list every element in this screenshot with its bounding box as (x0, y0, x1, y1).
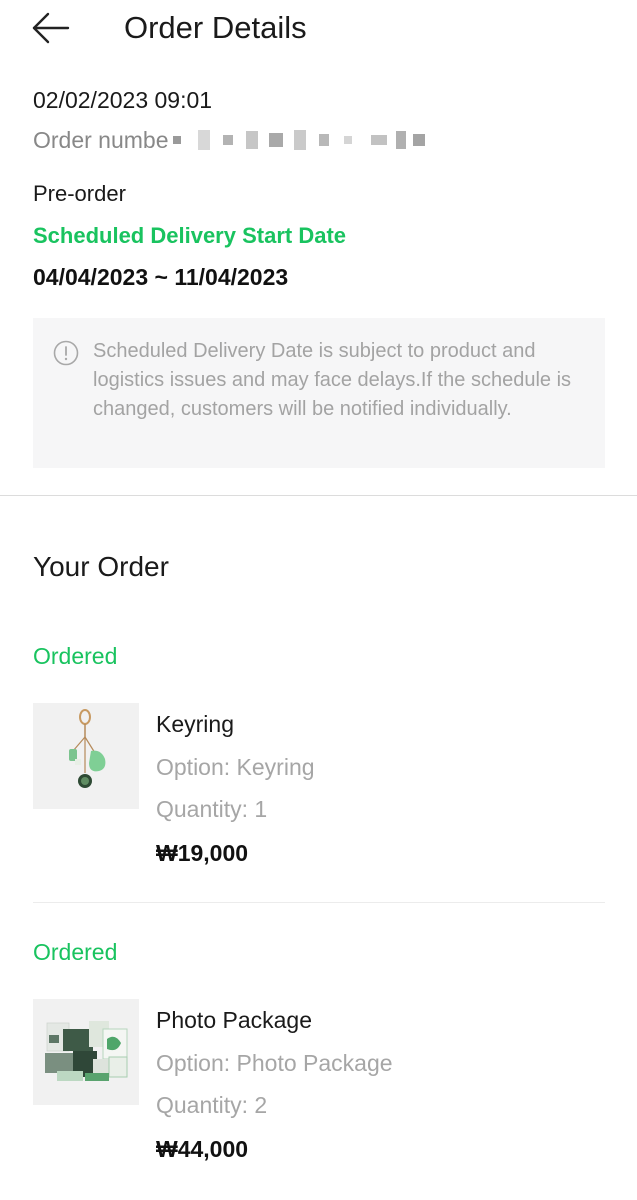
order-number-row: Order numbe (33, 124, 605, 156)
order-meta: 02/02/2023 09:01 Order numbe (33, 84, 605, 156)
keyring-image (33, 703, 139, 809)
item-status: Ordered (33, 643, 118, 669)
arrow-left-icon (32, 12, 70, 44)
delivery-notice-box: Scheduled Delivery Date is subject to pr… (33, 318, 605, 468)
product-thumbnail[interactable] (33, 703, 139, 809)
section-divider (0, 495, 637, 496)
app-header: Order Details (0, 0, 637, 64)
order-number-label: Order numbe (33, 127, 169, 153)
order-type-label: Pre-order (33, 181, 126, 206)
order-date: 02/02/2023 09:01 (33, 87, 213, 113)
delivery-date-range: 04/04/2023 ~ 11/04/2023 (33, 264, 289, 290)
product-thumbnail[interactable] (33, 999, 139, 1105)
item-divider (33, 902, 605, 903)
page-title: Order Details (124, 10, 307, 45)
order-number-redacted (172, 128, 425, 152)
item-price: ₩19,000 (156, 840, 249, 866)
your-order-title: Your Order (33, 551, 169, 582)
photo-package-image (33, 999, 139, 1105)
item-option: Option: Keyring (156, 754, 315, 780)
item-quantity: Quantity: 2 (156, 1092, 268, 1118)
back-button[interactable] (28, 8, 72, 48)
info-circle-icon (53, 340, 79, 366)
delivery-start-heading: Scheduled Delivery Start Date (33, 223, 347, 248)
item-name[interactable]: Photo Package (156, 1004, 312, 1036)
item-option: Option: Photo Package (156, 1050, 393, 1076)
item-price: ₩44,000 (156, 1136, 249, 1162)
delivery-notice-text: Scheduled Delivery Date is subject to pr… (93, 340, 572, 420)
item-quantity: Quantity: 1 (156, 796, 268, 822)
item-status: Ordered (33, 939, 118, 965)
item-name[interactable]: Keyring (156, 708, 234, 740)
